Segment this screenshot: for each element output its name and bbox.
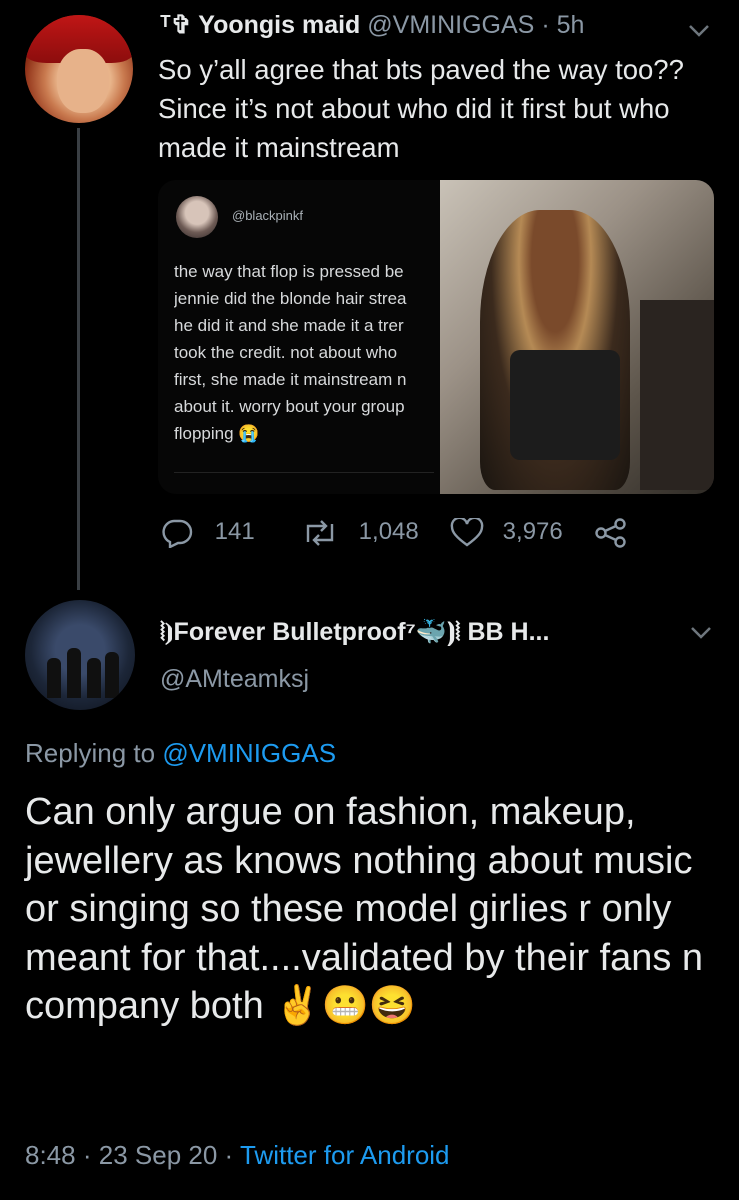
avatar-figure — [67, 648, 81, 698]
avatar-figure — [105, 652, 119, 698]
reply-count: 141 — [214, 518, 255, 546]
replying-to-label: Replying to — [25, 738, 156, 768]
replying-to-handle[interactable]: @VMINIGGAS — [162, 738, 336, 768]
retweet-button[interactable]: 1,048 — [300, 518, 419, 548]
quoted-handle: @blackpinkf — [232, 208, 304, 223]
tweet-date[interactable]: 23 Sep 20 — [99, 1140, 218, 1170]
attached-image[interactable]: @blackpinkf the way that flop is pressed… — [158, 180, 714, 494]
divider — [174, 472, 434, 473]
dot-separator: · — [82, 1140, 92, 1170]
dot-separator: · — [541, 11, 550, 39]
like-button[interactable]: 3,976 — [450, 516, 563, 548]
quoted-text: the way that flop is pressed be jennie d… — [174, 262, 407, 443]
tweet-header: ᵀ✞ Yoongis maid @VMINIGGAS · 5h — [160, 8, 584, 42]
author-handle[interactable]: @VMINIGGAS — [367, 11, 534, 39]
tweet-meta: 8:48 · 23 Sep 20 · Twitter for Android — [25, 1140, 450, 1171]
chevron-down-icon[interactable] — [688, 18, 710, 44]
avatar-figure — [47, 658, 61, 698]
heart-icon — [450, 516, 491, 547]
avatar-face — [57, 49, 109, 113]
tweet-source[interactable]: Twitter for Android — [240, 1140, 450, 1170]
retweet-count: 1,048 — [358, 518, 419, 546]
reply-text: Can only argue on fashion, makeup, jewel… — [25, 791, 704, 1027]
photo-bag — [510, 350, 620, 460]
share-button[interactable] — [594, 518, 628, 548]
avatar-figure — [87, 658, 101, 698]
thread-line — [77, 128, 80, 590]
share-icon — [594, 518, 628, 548]
reply-button[interactable]: 141 — [160, 518, 255, 549]
tweet-timestamp[interactable]: 8:48 — [25, 1140, 76, 1170]
avatar[interactable] — [25, 600, 135, 710]
author-handle[interactable]: @AMteamksj — [160, 665, 309, 694]
photo-table — [640, 300, 714, 490]
quoted-avatar — [176, 196, 218, 238]
avatar[interactable] — [25, 15, 133, 123]
reply-icon — [160, 518, 201, 549]
replying-to: Replying to @VMINIGGAS — [25, 738, 336, 769]
like-count: 3,976 — [502, 518, 563, 546]
tweet-time[interactable]: 5h — [557, 11, 585, 39]
dot-separator: · — [224, 1140, 234, 1170]
retweet-icon — [300, 518, 347, 546]
tweet-text: So y’all agree that bts paved the way to… — [158, 54, 684, 163]
author-name[interactable]: ⦚⦘Forever Bulletproof⁷🐳⦘⦚ BB H... — [160, 618, 549, 647]
chevron-down-icon[interactable] — [690, 620, 712, 646]
photo — [440, 180, 714, 494]
author-name[interactable]: ᵀ✞ Yoongis maid — [160, 11, 360, 39]
